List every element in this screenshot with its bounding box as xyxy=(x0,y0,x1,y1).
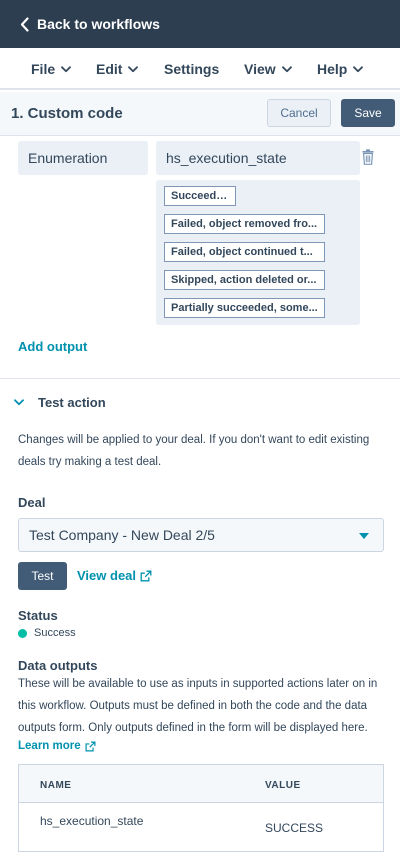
menu-settings-label: Settings xyxy=(164,61,220,77)
save-button[interactable]: Save xyxy=(341,99,395,127)
test-button[interactable]: Test xyxy=(18,562,67,590)
menu-help-label: Help xyxy=(317,61,348,77)
external-link-icon xyxy=(85,741,96,751)
menu-edit[interactable]: Edit xyxy=(96,48,139,90)
status-dot-icon xyxy=(18,628,27,638)
trash-icon[interactable] xyxy=(362,149,374,165)
row-name-cell: hs_execution_state xyxy=(40,814,144,828)
cancel-button[interactable]: Cancel xyxy=(267,99,331,127)
option-tag[interactable]: Failed, object continued t... xyxy=(164,242,325,262)
deal-label: Deal xyxy=(18,495,46,510)
option-tag[interactable]: Succeeded xyxy=(164,186,236,206)
outputs-table: NAME VALUE hs_execution_state SUCCESS xyxy=(18,764,384,852)
chevron-down-icon xyxy=(281,65,292,72)
column-header-name: NAME xyxy=(40,780,72,791)
chevron-left-icon xyxy=(20,16,29,32)
external-link-icon xyxy=(140,570,152,581)
menu-bar: File Edit Settings View Help xyxy=(0,48,400,90)
panel-title: 1. Custom code xyxy=(11,105,123,122)
learn-more-label: Learn more xyxy=(18,740,81,752)
panel-header: 1. Custom code xyxy=(0,92,400,136)
back-to-workflows-link[interactable]: Back to workflows xyxy=(20,16,160,32)
chevron-down-icon xyxy=(61,65,72,72)
option-tag[interactable]: Partially succeeded, some... xyxy=(164,298,325,318)
output-name-field[interactable]: hs_execution_state xyxy=(156,141,360,175)
menu-view-label: View xyxy=(244,61,276,77)
deal-select[interactable]: Test Company - New Deal 2/5 xyxy=(18,518,384,552)
column-header-value: VALUE xyxy=(265,780,301,791)
option-tag[interactable]: Skipped, action deleted or... xyxy=(164,270,325,290)
caret-down-icon xyxy=(359,533,369,539)
status-value: Success xyxy=(34,627,76,639)
test-action-toggle[interactable]: Test action xyxy=(14,395,106,410)
chevron-down-icon xyxy=(14,399,24,406)
test-action-description: Changes will be applied to your deal. If… xyxy=(18,434,370,468)
menu-help[interactable]: Help xyxy=(317,48,364,90)
table-header: NAME VALUE xyxy=(19,765,383,803)
data-outputs-description: These will be available to use as inputs… xyxy=(18,678,378,734)
data-outputs-label: Data outputs xyxy=(18,658,98,673)
menu-file[interactable]: File xyxy=(31,48,72,90)
add-output-link[interactable]: Add output xyxy=(18,339,87,354)
menu-view[interactable]: View xyxy=(244,48,292,90)
view-deal-link[interactable]: View deal xyxy=(77,568,152,583)
back-label: Back to workflows xyxy=(37,16,160,32)
section-divider xyxy=(0,378,400,379)
top-bar: Back to workflows xyxy=(0,0,400,48)
test-action-title: Test action xyxy=(38,395,106,410)
status-row: Success xyxy=(18,627,76,639)
menu-file-label: File xyxy=(31,61,56,77)
row-value-cell: SUCCESS xyxy=(265,821,324,835)
chevron-down-icon xyxy=(128,65,139,72)
menu-settings[interactable]: Settings xyxy=(164,48,219,90)
option-tag[interactable]: Failed, object removed fro... xyxy=(164,214,325,234)
status-label: Status xyxy=(18,608,58,623)
view-deal-label: View deal xyxy=(77,568,137,583)
chevron-down-icon xyxy=(353,65,364,72)
deal-select-value: Test Company - New Deal 2/5 xyxy=(29,527,215,543)
learn-more-link[interactable]: Learn more xyxy=(18,740,96,752)
menu-edit-label: Edit xyxy=(96,61,123,77)
output-type-field[interactable]: Enumeration xyxy=(18,141,148,175)
